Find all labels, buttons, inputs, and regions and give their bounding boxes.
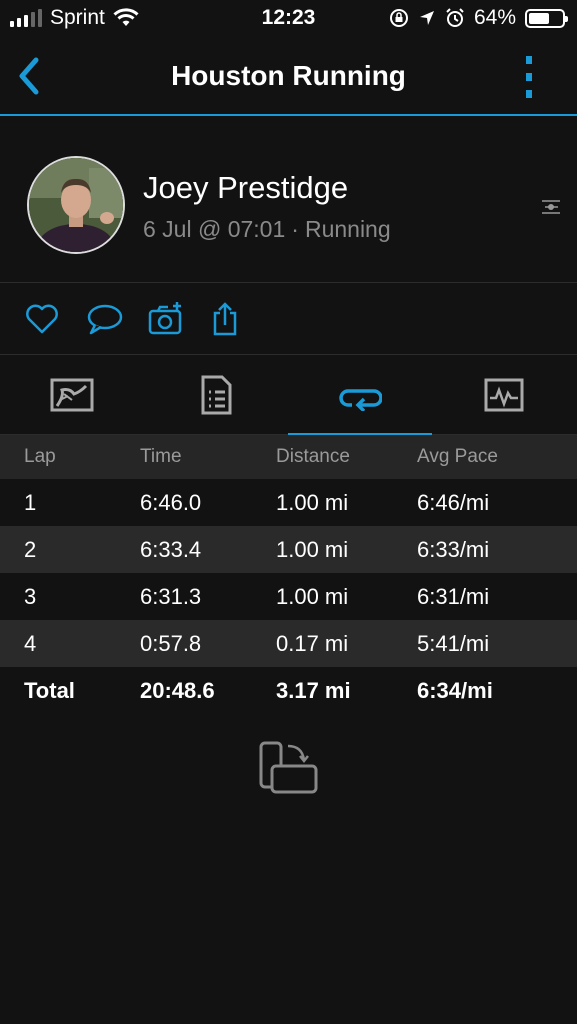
orientation-lock-icon	[389, 9, 408, 27]
status-bar: Sprint 12:23 64%	[0, 0, 577, 38]
status-right: 64%	[389, 6, 568, 30]
lap-number: 4	[24, 631, 37, 656]
page-title: Houston Running	[171, 60, 406, 91]
table-row[interactable]: 1 6:46.0 1.00 mi 6:46/mi	[0, 479, 577, 526]
header-time: Time	[140, 446, 182, 467]
tab-charts[interactable]	[432, 355, 576, 435]
lap-time: 0:57.8	[140, 631, 202, 656]
activity-meta: 6 Jul @ 07:01 · Running	[143, 216, 391, 243]
activity-type: Running	[304, 216, 391, 242]
lap-distance: 0.17 mi	[276, 631, 349, 656]
table-total-row: Total 20:48.6 3.17 mi 6:34/mi	[0, 667, 577, 714]
map-icon	[50, 378, 94, 412]
total-distance: 3.17 mi	[276, 678, 351, 703]
alarm-icon	[446, 8, 464, 27]
header-lap: Lap	[24, 446, 56, 467]
share-button[interactable]	[210, 301, 246, 337]
running-icon	[542, 200, 560, 214]
activity-header: Joey Prestidge 6 Jul @ 07:01 · Running	[0, 118, 577, 283]
lap-time: 6:33.4	[140, 537, 202, 562]
social-actions	[0, 283, 577, 355]
table-row[interactable]: 3 6:31.3 1.00 mi 6:31/mi	[0, 573, 577, 620]
laps-table: Lap Time Distance Avg Pace 1 6:46.0 1.00…	[0, 435, 577, 714]
avatar[interactable]	[27, 156, 125, 254]
tab-laps[interactable]	[288, 355, 432, 436]
camera-add-icon	[148, 302, 182, 335]
lap-number: 1	[24, 490, 37, 515]
laps-icon	[339, 389, 382, 411]
total-label: Total	[24, 678, 75, 703]
rotate-device-button[interactable]	[258, 740, 318, 796]
lap-pace: 6:46/mi	[417, 490, 490, 515]
chart-icon	[484, 378, 524, 412]
tab-map[interactable]	[0, 355, 144, 435]
header-avg-pace: Avg Pace	[417, 446, 498, 467]
lap-distance: 1.00 mi	[276, 584, 349, 609]
total-time: 20:48.6	[140, 678, 215, 703]
document-list-icon	[201, 375, 232, 415]
lap-distance: 1.00 mi	[276, 490, 349, 515]
lap-time: 6:31.3	[140, 584, 202, 609]
comment-button[interactable]	[86, 301, 123, 337]
activity-date: 6 Jul @ 07:01	[143, 216, 286, 242]
header-distance: Distance	[276, 446, 350, 467]
lap-time: 6:46.0	[140, 490, 202, 515]
user-name[interactable]: Joey Prestidge	[143, 170, 348, 206]
lap-number: 3	[24, 584, 37, 609]
lap-pace: 6:31/mi	[417, 584, 490, 609]
table-row[interactable]: 4 0:57.8 0.17 mi 5:41/mi	[0, 620, 577, 667]
comment-icon	[87, 304, 123, 335]
lap-pace: 6:33/mi	[417, 537, 490, 562]
activity-tabs	[0, 355, 577, 436]
battery-icon	[525, 8, 568, 28]
tab-stats[interactable]	[144, 355, 288, 435]
add-photo-button[interactable]	[147, 301, 183, 337]
battery-percent: 64%	[473, 6, 516, 29]
total-pace: 6:34/mi	[417, 678, 493, 703]
lap-number: 2	[24, 537, 37, 562]
like-button[interactable]	[24, 301, 60, 337]
rotate-device-icon	[259, 741, 318, 794]
more-options-button[interactable]	[521, 56, 537, 98]
more-vertical-icon	[526, 56, 532, 64]
table-row[interactable]: 2 6:33.4 1.00 mi 6:33/mi	[0, 526, 577, 573]
lap-pace: 5:41/mi	[417, 631, 490, 656]
meta-separator: ·	[291, 216, 299, 242]
heart-icon	[26, 304, 58, 334]
location-icon	[419, 11, 434, 25]
nav-bar: Houston Running	[0, 38, 577, 116]
lap-distance: 1.00 mi	[276, 537, 349, 562]
share-icon	[213, 302, 237, 336]
table-header: Lap Time Distance Avg Pace	[0, 435, 577, 479]
